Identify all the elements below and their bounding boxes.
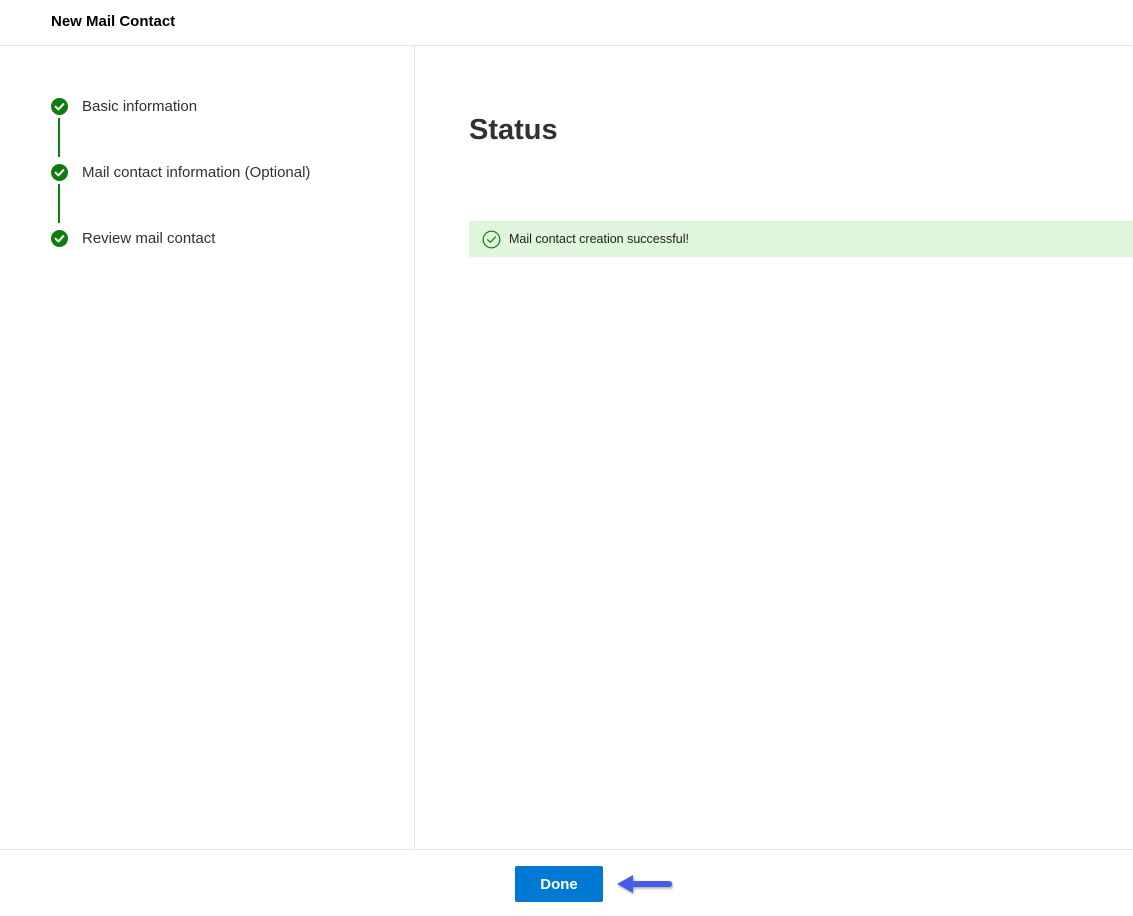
step-label: Mail contact information (Optional): [82, 163, 311, 181]
panel-header: New Mail Contact: [0, 0, 1133, 46]
panel-footer: Done: [0, 849, 1133, 916]
panel-title: New Mail Contact: [51, 13, 176, 30]
check-circle-icon: [51, 163, 68, 181]
check-circle-outline-icon: [482, 230, 501, 249]
success-message-text: Mail contact creation successful!: [509, 232, 689, 246]
main-content: Status Mail contact creation successful!: [416, 46, 1133, 849]
done-button[interactable]: Done: [515, 866, 603, 902]
arrow-left-icon: [614, 869, 674, 899]
wizard-steps-pane: Basic information Mail contact informati…: [0, 46, 415, 849]
check-circle-icon: [51, 97, 68, 115]
step-label: Basic information: [82, 97, 198, 115]
step-basic-information[interactable]: Basic information: [51, 96, 197, 116]
step-mail-contact-information[interactable]: Mail contact information (Optional): [51, 162, 310, 182]
step-label: Review mail contact: [82, 229, 216, 247]
step-connector: [58, 184, 60, 223]
step-review-mail-contact[interactable]: Review mail contact: [51, 228, 215, 248]
page-title: Status: [469, 114, 558, 146]
check-circle-icon: [51, 229, 68, 247]
step-connector: [58, 118, 60, 157]
success-message-bar: Mail contact creation successful!: [469, 221, 1133, 257]
